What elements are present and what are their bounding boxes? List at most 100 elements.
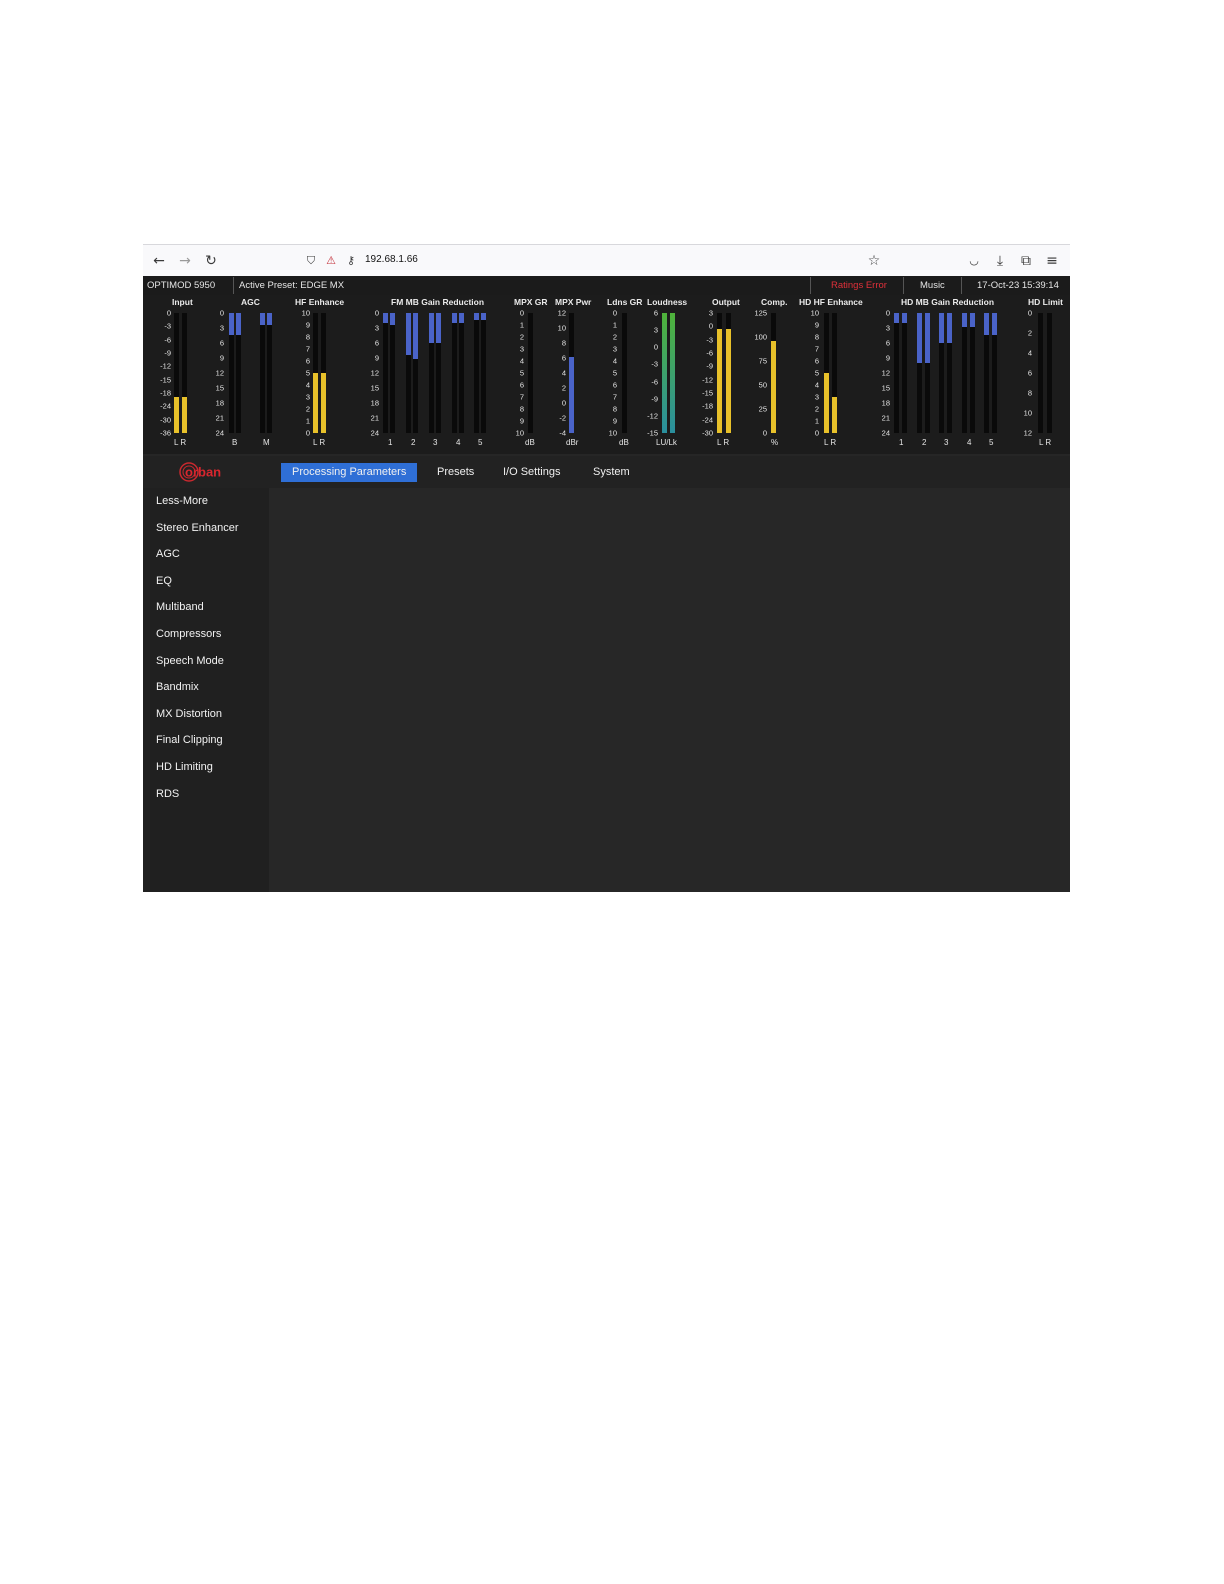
scale-tick: 6 — [305, 356, 310, 366]
fm_mb_gr-bar — [413, 313, 418, 433]
tab-processing-parameters[interactable]: Processing Parameters — [281, 463, 418, 482]
ldns_gr-bar — [622, 313, 627, 433]
key-icon[interactable]: ⚷ — [341, 251, 361, 271]
scale-tick: 0 — [519, 308, 524, 318]
input-title: Input — [172, 297, 193, 307]
scale-tick: 3 — [305, 392, 310, 402]
sidebar-item[interactable]: HD Limiting — [156, 761, 213, 773]
scale-tick: 2 — [612, 332, 617, 342]
download-icon[interactable]: ⤓ — [990, 251, 1010, 271]
pocket-icon[interactable]: ◡ — [964, 251, 984, 271]
extensions-icon[interactable]: ⧉ — [1016, 251, 1036, 271]
sidebar-item[interactable]: RDS — [156, 788, 179, 800]
sidebar-item[interactable]: Bandmix — [156, 681, 199, 693]
scale-tick: 10 — [1023, 408, 1032, 418]
hd_mb_gr-fill — [984, 313, 989, 335]
sidebar-item[interactable]: AGC — [156, 548, 180, 560]
agc-fill — [267, 313, 272, 325]
tab-io-settings[interactable]: I/O Settings — [492, 463, 571, 482]
sidebar-item[interactable]: MX Distortion — [156, 708, 222, 720]
scale-tick: -15 — [702, 388, 713, 398]
tab-system[interactable]: System — [582, 463, 641, 482]
scale-tick: 3 — [612, 344, 617, 354]
scale-tick: -3 — [164, 321, 171, 331]
input-scale: 0 -3 -6 -9 -12 -15 -18 -24 -30 -36 — [143, 308, 171, 438]
scale-tick: -15 — [160, 375, 171, 385]
fm_mb_gr-bar — [429, 313, 434, 433]
scale-tick: -30 — [702, 428, 713, 438]
mpx_pwr-scale: 12 10 8 6 4 2 0 -2 -4 — [536, 308, 566, 438]
url-bar[interactable]: 192.68.1.66 — [365, 254, 418, 265]
hd-limit-foot: L R — [1039, 438, 1052, 447]
scale-tick: 0 — [708, 321, 713, 331]
scale-tick: 10 — [515, 428, 524, 438]
hd_mb_gr-bar — [894, 313, 899, 433]
scale-tick: 8 — [519, 404, 524, 414]
scale-tick: 5 — [814, 368, 819, 378]
sidebar-item[interactable]: Final Clipping — [156, 734, 223, 746]
sidebar-item[interactable]: Less-More — [156, 495, 208, 507]
scale-tick: 10 — [810, 308, 819, 318]
hd_mb_gr-fill — [939, 313, 944, 343]
fm-mb-foot: 3 — [433, 438, 438, 447]
fm-mb-foot: 2 — [411, 438, 416, 447]
device-name: OPTIMOD 5950 — [147, 280, 216, 291]
scale-tick: 15 — [881, 383, 890, 393]
hd_hf_enhance-scale: 10 9 8 7 6 5 4 3 2 1 0 — [789, 308, 819, 438]
fm_mb_gr-fill — [459, 313, 464, 323]
hd_mb_gr-fill — [992, 313, 997, 335]
agc-bar — [229, 313, 234, 433]
lock-icon[interactable]: ⚠ — [321, 251, 341, 271]
scale-tick: 15 — [215, 383, 224, 393]
hd_mb_gr-bar — [984, 313, 989, 433]
sidebar-item[interactable]: EQ — [156, 575, 172, 587]
scale-tick: 0 — [653, 342, 658, 352]
fm_mb_gr-bar — [452, 313, 457, 433]
mpx-gr-foot: dB — [525, 438, 535, 447]
scale-tick: 1 — [305, 416, 310, 426]
fm-mb-foot: 5 — [478, 438, 483, 447]
sidebar-item[interactable]: Stereo Enhancer — [156, 522, 239, 534]
orban-logo: orban — [179, 462, 221, 482]
scale-tick: 50 — [758, 380, 767, 390]
hd-mb-foot: 4 — [967, 438, 972, 447]
agc-fill — [236, 313, 241, 335]
loudness-foot: LU/Lk — [656, 438, 677, 447]
scale-tick: 7 — [612, 392, 617, 402]
scale-tick: -3 — [706, 335, 713, 345]
scale-tick: -18 — [160, 388, 171, 398]
reload-icon[interactable]: ↻ — [201, 251, 221, 271]
hd_mb_gr-fill — [962, 313, 967, 328]
input-bar — [174, 313, 179, 433]
back-arrow-icon[interactable]: ← — [149, 251, 169, 271]
scale-tick: 18 — [370, 398, 379, 408]
comp-scale: 125 100 75 50 25 0 — [737, 308, 767, 438]
tab-presets[interactable]: Presets — [426, 463, 485, 482]
scale-tick: 0 — [374, 308, 379, 318]
loudness-title: Loudness — [647, 297, 688, 307]
mpx_gr-scale: 0 1 2 3 4 5 6 7 8 9 10 — [494, 308, 524, 438]
hd_hf_enhance-fill — [832, 397, 837, 433]
svg-text:orban: orban — [185, 465, 221, 480]
sidebar-item[interactable]: Multiband — [156, 601, 204, 613]
fm_mb_gr-bar — [481, 313, 486, 433]
scale-tick: 2 — [1027, 328, 1032, 338]
hd_mb_gr-bar — [925, 313, 930, 433]
scale-tick: -12 — [160, 361, 171, 371]
scale-tick: 0 — [814, 428, 819, 438]
forward-arrow-icon[interactable]: → — [175, 251, 195, 271]
hf_enhance-scale: 10 9 8 7 6 5 4 3 2 1 0 — [280, 308, 310, 438]
star-icon[interactable]: ☆ — [864, 251, 884, 271]
hd_mb_gr-fill — [894, 313, 899, 323]
menu-icon[interactable]: ≡ — [1042, 251, 1062, 271]
scale-tick: 10 — [557, 323, 566, 333]
ldns_gr-scale: 0 1 2 3 4 5 6 7 8 9 10 — [587, 308, 617, 438]
scale-tick: 18 — [215, 398, 224, 408]
fm_mb_gr-bar — [390, 313, 395, 433]
hd_hf_enhance-fill — [824, 373, 829, 433]
sidebar-item[interactable]: Compressors — [156, 628, 221, 640]
output-foot: L R — [717, 438, 730, 447]
sidebar-item[interactable]: Speech Mode — [156, 655, 224, 667]
scale-tick: 6 — [1027, 368, 1032, 378]
shield-icon[interactable]: ⛉ — [301, 251, 321, 271]
